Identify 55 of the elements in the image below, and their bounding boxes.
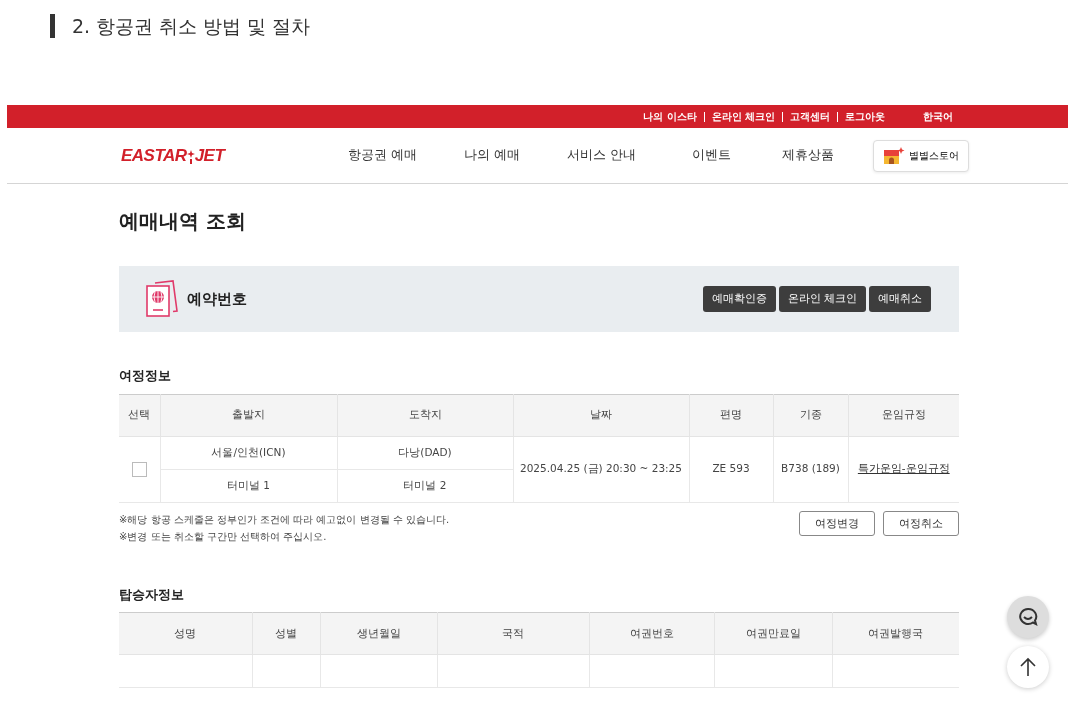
- column-header: 출발지: [160, 394, 337, 436]
- table-cell: ZE 593: [689, 436, 773, 502]
- nav-link[interactable]: 서비스 안내: [544, 146, 660, 165]
- nav-link[interactable]: 항공권 예매: [324, 146, 441, 165]
- column-header: 기종: [773, 394, 848, 436]
- column-header: 여권발행국: [832, 612, 959, 655]
- section-title: 탑승자정보: [119, 585, 185, 604]
- store-icon: [883, 146, 906, 165]
- column-header: 여권만료일: [714, 612, 832, 655]
- column-header: 국적: [437, 612, 589, 655]
- top-link[interactable]: 나의 이스타: [643, 109, 697, 124]
- nav-link[interactable]: 나의 예매: [440, 146, 545, 165]
- action-button[interactable]: 예매확인증: [702, 286, 776, 312]
- nav-link[interactable]: 이벤트: [659, 146, 764, 165]
- booking-number-label: 예약번호: [187, 288, 247, 310]
- column-header: 여권번호: [589, 612, 714, 655]
- logo-text: EASTAR: [121, 144, 187, 167]
- notice-text: ※변경 또는 취소할 구간만 선택하여 주십시오.: [119, 529, 328, 544]
- fare-rule-link[interactable]: 특가운임-운임규정: [857, 462, 950, 475]
- column-header: 생년월일: [320, 612, 437, 655]
- column-header: 날짜: [513, 394, 689, 436]
- store-button[interactable]: 별별스토어: [873, 139, 970, 172]
- top-link[interactable]: 로그아웃: [845, 109, 885, 124]
- outline-button[interactable]: 여정취소: [883, 510, 959, 537]
- notice-text: ※해당 항공 스케줄은 정부인가 조건에 따라 예고없이 변경될 수 있습니다.: [119, 512, 450, 527]
- logo[interactable]: EASTAR JET: [121, 142, 225, 169]
- page-title: 예매내역 조회: [119, 208, 247, 235]
- action-button[interactable]: 예매취소: [869, 286, 931, 312]
- post-heading: 2. 항공권 취소 방법 및 절차: [50, 14, 311, 38]
- column-header: 선택: [119, 394, 160, 436]
- section-title: 여정정보: [119, 367, 172, 385]
- scroll-top-button[interactable]: [1007, 646, 1049, 688]
- outline-button[interactable]: 여정변경: [799, 510, 875, 537]
- table-cell: 2025.04.25 (금) 20:30 ~ 23:25: [513, 436, 689, 502]
- passport-icon: [145, 280, 179, 318]
- logo-text: JET: [194, 144, 225, 167]
- chat-button[interactable]: [1007, 596, 1049, 638]
- up-arrow-icon: [1019, 657, 1037, 677]
- column-header: 도착지: [337, 394, 513, 436]
- column-header: 성명: [119, 612, 252, 655]
- table-cell: 다낭(DAD): [337, 436, 513, 469]
- checkbox[interactable]: [131, 461, 147, 477]
- column-header: 성별: [252, 612, 320, 655]
- action-button[interactable]: 온라인 체크인: [778, 286, 866, 312]
- top-link[interactable]: 고객센터: [790, 109, 830, 124]
- nav-link[interactable]: 제휴상품: [763, 146, 854, 165]
- table-cell: 터미널 2: [337, 469, 513, 502]
- top-link[interactable]: 온라인 체크인: [711, 109, 775, 124]
- column-header: 운임규정: [848, 394, 959, 436]
- language-link[interactable]: 한국어: [923, 109, 953, 124]
- table-cell: B738 (189): [773, 436, 848, 502]
- table-cell: 서울/인천(ICN): [160, 436, 337, 469]
- column-header: 편명: [689, 394, 773, 436]
- table-cell: 터미널 1: [160, 469, 337, 502]
- chat-icon: [1018, 607, 1038, 627]
